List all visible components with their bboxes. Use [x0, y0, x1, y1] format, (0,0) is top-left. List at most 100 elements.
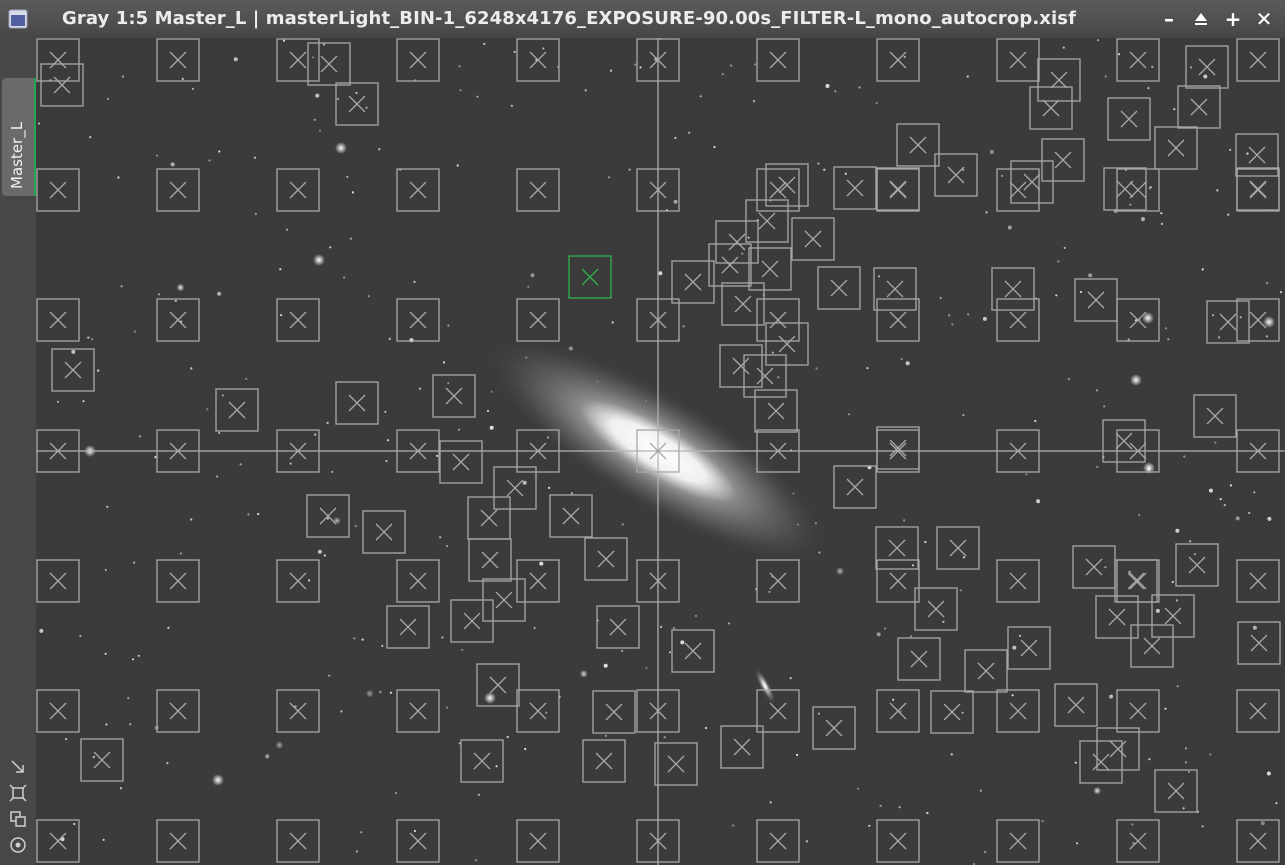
target-icon[interactable]	[9, 836, 27, 854]
star	[378, 148, 381, 151]
star	[1036, 499, 1041, 504]
star	[217, 291, 222, 296]
resize-arrow-icon[interactable]	[9, 758, 27, 776]
star	[253, 156, 257, 159]
star	[984, 851, 987, 854]
shade-button[interactable]	[1189, 7, 1213, 31]
star	[1171, 580, 1174, 584]
star	[495, 765, 498, 768]
star	[389, 691, 392, 694]
star	[858, 86, 861, 89]
star	[233, 57, 238, 62]
shade-icon	[1195, 13, 1207, 25]
star	[721, 73, 724, 76]
star	[221, 394, 224, 397]
view-tab-master-l[interactable]: Master_L	[2, 78, 37, 196]
star	[92, 755, 95, 759]
star	[1093, 786, 1102, 795]
star	[1173, 108, 1176, 111]
star	[1095, 389, 1098, 392]
star	[413, 280, 416, 283]
star	[634, 63, 637, 66]
star	[170, 162, 175, 167]
star	[176, 283, 185, 292]
star	[333, 516, 341, 525]
star	[754, 63, 757, 66]
star	[1176, 685, 1179, 688]
star	[694, 614, 698, 618]
star	[1216, 189, 1219, 192]
fit-frame-icon[interactable]	[9, 784, 27, 802]
star	[836, 567, 844, 576]
star	[38, 122, 41, 125]
star	[1193, 553, 1197, 556]
star	[322, 43, 326, 46]
image-window: Gray 1:5 Master_L | masterLight_BIN-1_62…	[0, 0, 1285, 865]
star	[87, 336, 90, 339]
star	[768, 590, 771, 594]
star	[1141, 217, 1145, 222]
star	[73, 822, 76, 826]
star	[1248, 511, 1251, 515]
star	[179, 552, 182, 555]
star	[966, 75, 969, 78]
star	[825, 84, 830, 88]
star	[245, 377, 248, 380]
star	[489, 425, 494, 430]
star	[39, 628, 44, 633]
star	[315, 93, 320, 98]
star	[413, 829, 416, 833]
minimize-button[interactable]: –	[1157, 7, 1181, 31]
star	[166, 762, 169, 765]
star	[206, 408, 209, 411]
star	[868, 824, 871, 827]
star	[1160, 212, 1163, 215]
star	[129, 723, 132, 726]
star	[967, 313, 970, 316]
star	[1189, 540, 1192, 543]
star	[1246, 152, 1249, 155]
star	[289, 462, 292, 465]
star	[1167, 338, 1170, 341]
star	[381, 644, 384, 648]
star	[522, 480, 527, 485]
bright-star	[313, 254, 325, 266]
star	[137, 654, 140, 657]
star	[1138, 514, 1141, 517]
clone-view-icon[interactable]	[9, 810, 27, 828]
star	[796, 753, 799, 757]
star	[1155, 608, 1160, 613]
star	[441, 636, 444, 639]
star	[1011, 694, 1014, 697]
star	[962, 414, 965, 417]
star	[1067, 378, 1070, 381]
star	[1001, 174, 1004, 177]
title-bar[interactable]: Gray 1:5 Master_L | masterLight_BIN-1_62…	[0, 0, 1285, 39]
star	[328, 674, 331, 677]
star	[856, 787, 860, 790]
maximize-button[interactable]: +	[1221, 7, 1245, 31]
close-button[interactable]: ✕	[1252, 7, 1276, 31]
star	[817, 162, 820, 165]
star	[892, 698, 895, 701]
star	[900, 358, 903, 361]
star	[365, 689, 374, 698]
star	[167, 626, 170, 629]
star	[1103, 405, 1106, 408]
star	[355, 850, 359, 853]
star	[1214, 441, 1217, 444]
image-canvas[interactable]	[36, 38, 1285, 865]
bright-star	[335, 142, 347, 154]
star	[621, 649, 624, 653]
star	[884, 627, 887, 630]
star	[104, 568, 107, 572]
star	[621, 523, 624, 526]
star	[817, 712, 821, 715]
star	[879, 804, 882, 807]
minimize-icon: –	[1164, 7, 1174, 31]
star	[680, 640, 685, 645]
star	[1012, 645, 1017, 650]
star	[483, 42, 486, 45]
star	[1266, 282, 1269, 285]
star	[1151, 65, 1154, 68]
